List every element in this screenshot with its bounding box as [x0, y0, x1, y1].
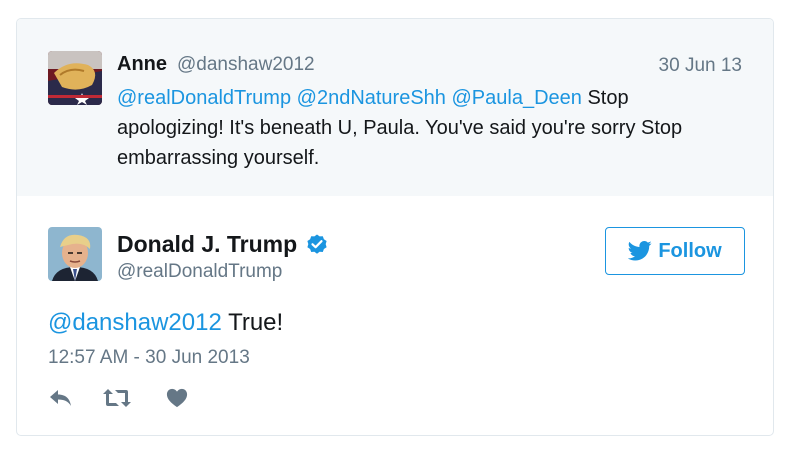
- main-tweet-text: @danshaw2012 True!: [48, 309, 283, 337]
- main-tweet-body: True!: [228, 309, 284, 336]
- mention-link[interactable]: @Paula_Deen: [452, 87, 582, 109]
- retweet-icon: [103, 389, 131, 407]
- retweet-button[interactable]: [102, 387, 132, 409]
- reply-button[interactable]: [48, 387, 74, 409]
- twitter-bird-icon: [628, 241, 652, 261]
- mention-link[interactable]: @realDonaldTrump: [117, 87, 291, 109]
- parent-tweet-text: @realDonaldTrump @2ndNatureShh @Paula_De…: [117, 83, 717, 173]
- main-author-name-text[interactable]: Donald J. Trump: [117, 231, 297, 258]
- trump-avatar[interactable]: [48, 227, 102, 281]
- tweet-actions: [48, 387, 188, 409]
- parent-tweet-date[interactable]: 30 Jun 13: [659, 55, 742, 77]
- parent-text-segment: apologizing! It's beneath U, Paula. You'…: [117, 117, 683, 169]
- follow-label[interactable]: Follow: [658, 240, 721, 263]
- heart-icon: [166, 388, 188, 408]
- tweet-timestamp[interactable]: 12:57 AM - 30 Jun 2013: [48, 347, 250, 369]
- like-button[interactable]: [166, 387, 188, 409]
- parent-text-segment: Stop: [587, 87, 629, 109]
- verified-badge-icon: [307, 234, 327, 254]
- reply-mention-link[interactable]: @danshaw2012: [48, 309, 222, 336]
- parent-tweet[interactable]: Anne @danshaw2012 30 Jun 13 @realDonaldT…: [17, 19, 773, 196]
- anne-avatar[interactable]: [48, 51, 102, 105]
- parent-author-name[interactable]: Anne: [117, 53, 167, 76]
- embedded-tweet-card: Anne @danshaw2012 30 Jun 13 @realDonaldT…: [16, 18, 774, 436]
- reply-icon: [50, 390, 71, 406]
- parent-author-handle[interactable]: @danshaw2012: [177, 54, 315, 76]
- follow-button[interactable]: Follow: [605, 227, 745, 275]
- mention-link[interactable]: @2ndNatureShh: [297, 87, 446, 109]
- main-author-name[interactable]: Donald J. Trump: [117, 231, 329, 258]
- main-author-handle[interactable]: @realDonaldTrump: [117, 261, 282, 283]
